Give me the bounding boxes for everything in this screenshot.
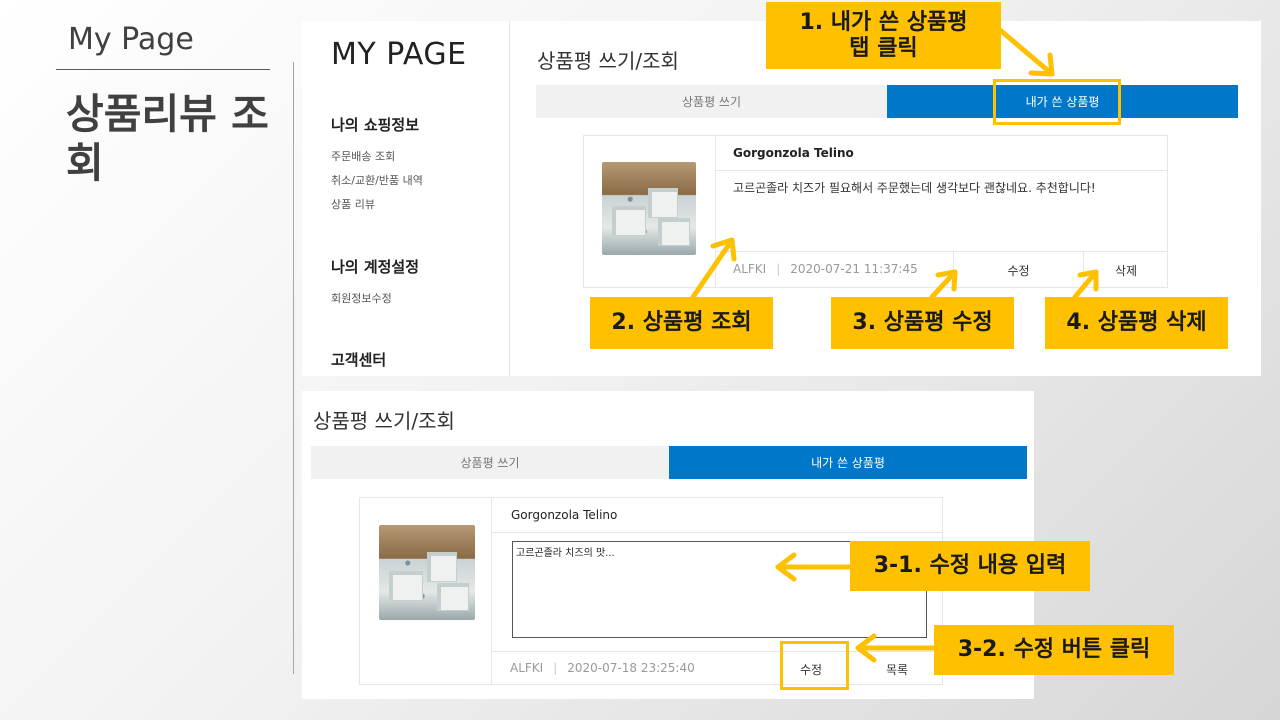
card-divider (716, 170, 1167, 171)
highlight-save-button (780, 641, 849, 690)
review-card: Gorgonzola Telino 고르곤졸라 치즈가 필요해서 주문했는데 생… (583, 135, 1168, 289)
tab-write-review-edit[interactable]: 상품평 쓰기 (311, 446, 669, 479)
product-image-cell (584, 136, 716, 287)
product-image-edit (379, 525, 475, 620)
card-divider-edit (492, 532, 942, 533)
review-edit-author: ALFKI (510, 661, 544, 675)
callout-step2: 2. 상품평 조회 (590, 297, 773, 349)
edit-review-button[interactable]: 수정 (953, 252, 1083, 289)
callout-step1-line1: 1. 내가 쓴 상품평 (799, 9, 968, 35)
tab-write-review[interactable]: 상품평 쓰기 (536, 85, 887, 118)
slide-subtitle: My Page (68, 22, 194, 57)
review-tabs-edit: 상품평 쓰기 내가 쓴 상품평 (311, 446, 1027, 479)
callout-step1: 1. 내가 쓴 상품평 탭 클릭 (766, 2, 1001, 69)
menu-group-support: 고객센터 (331, 351, 387, 369)
menu-link-order-status[interactable]: 주문배송 조회 (331, 148, 395, 164)
callout-step3-1: 3-1. 수정 내용 입력 (850, 541, 1090, 591)
section-title: 상품평 쓰기/조회 (537, 49, 679, 73)
review-edit-meta: ALFKI | 2020-07-18 23:25:40 (510, 661, 695, 675)
product-name-edit: Gorgonzola Telino (511, 508, 618, 522)
slide-title: 상품리뷰 조회 (66, 90, 269, 187)
subtitle-divider (56, 69, 270, 70)
review-meta-row: ALFKI | 2020-07-21 11:37:45 수정 삭제 (716, 251, 1167, 289)
delete-review-button[interactable]: 삭제 (1083, 252, 1168, 289)
callout-step4: 4. 상품평 삭제 (1045, 297, 1228, 349)
highlight-my-reviews-tab (993, 79, 1121, 125)
product-image-cell-edit (360, 498, 492, 684)
review-datetime: 2020-07-21 11:37:45 (790, 262, 918, 276)
tab-my-reviews-edit[interactable]: 내가 쓴 상품평 (669, 446, 1027, 479)
review-tabs: 상품평 쓰기 내가 쓴 상품평 (536, 85, 1238, 118)
menu-link-cancel-return[interactable]: 취소/교환/반품 내역 (331, 172, 423, 188)
product-name: Gorgonzola Telino (733, 146, 854, 160)
menu-group-shopping: 나의 쇼핑정보 (331, 116, 420, 134)
mypage-heading: MY PAGE (331, 37, 467, 72)
callout-step1-line2: 탭 클릭 (849, 35, 918, 61)
menu-link-edit-profile[interactable]: 회원정보수정 (331, 290, 392, 306)
review-edit-datetime: 2020-07-18 23:25:40 (567, 661, 695, 675)
review-edit-meta-row: ALFKI | 2020-07-18 23:25:40 수정 목록 (492, 651, 942, 686)
review-text: 고르곤졸라 치즈가 필요해서 주문했는데 생각보다 괜찮네요. 추천합니다! (733, 181, 1096, 195)
vertical-divider (293, 62, 294, 674)
review-meta: ALFKI | 2020-07-21 11:37:45 (733, 262, 918, 276)
review-author: ALFKI (733, 262, 767, 276)
menu-link-product-review[interactable]: 상품 리뷰 (331, 196, 375, 212)
callout-step3-2: 3-2. 수정 버튼 클릭 (934, 625, 1174, 675)
review-edit-card: Gorgonzola Telino 고르곤졸라 치즈의 맛... ALFKI | 2… (359, 497, 943, 685)
section-title-edit: 상품평 쓰기/조회 (313, 409, 455, 433)
menu-group-account: 나의 계정설정 (331, 258, 420, 276)
callout-step3: 3. 상품평 수정 (831, 297, 1014, 349)
product-image (602, 162, 696, 255)
back-to-list-button[interactable]: 목록 (850, 652, 944, 686)
mypage-sidebar: MY PAGE 나의 쇼핑정보 주문배송 조회 취소/교환/반품 내역 상품 리… (302, 21, 510, 376)
